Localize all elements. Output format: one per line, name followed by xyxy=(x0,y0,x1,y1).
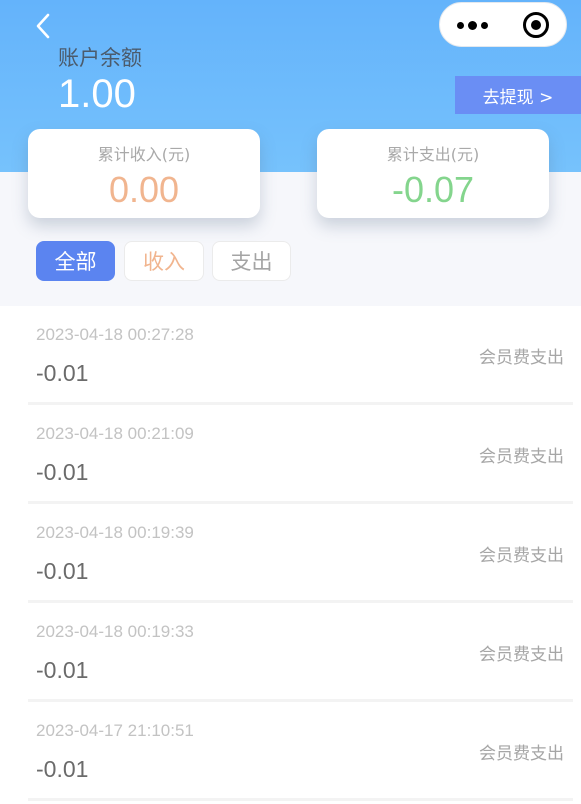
balance-label: 账户余额 xyxy=(58,46,142,70)
transaction-list: 2023-04-18 00:27:28 -0.01 会员费支出 2023-04-… xyxy=(0,306,581,801)
balance-value: 1.00 xyxy=(58,72,136,116)
list-item[interactable]: 2023-04-18 00:21:09 -0.01 会员费支出 xyxy=(28,405,573,504)
chevron-left-icon xyxy=(36,13,50,39)
record-amount: -0.01 xyxy=(36,756,89,782)
back-button[interactable] xyxy=(28,10,58,42)
income-total-label: 累计收入(元) xyxy=(97,145,191,164)
income-total-value: 0.00 xyxy=(108,169,180,210)
miniprogram-capsule xyxy=(439,2,567,47)
income-summary-card: 累计收入(元) 0.00 xyxy=(28,129,260,218)
record-amount: -0.01 xyxy=(36,360,89,386)
record-description: 会员费支出 xyxy=(479,348,564,368)
list-item[interactable]: 2023-04-18 00:27:28 -0.01 会员费支出 xyxy=(28,306,573,405)
expense-total-label: 累计支出(元) xyxy=(386,145,480,164)
record-description: 会员费支出 xyxy=(479,645,564,665)
record-amount: -0.01 xyxy=(36,459,89,485)
list-item[interactable]: 2023-04-17 21:10:51 -0.01 会员费支出 xyxy=(28,702,573,801)
more-dots-icon[interactable] xyxy=(454,15,490,35)
record-time: 2023-04-18 00:19:39 xyxy=(36,523,194,542)
tab-expense[interactable]: 支出 xyxy=(212,241,291,281)
record-description: 会员费支出 xyxy=(479,744,564,764)
record-description: 会员费支出 xyxy=(479,546,564,566)
expense-summary-card: 累计支出(元) -0.07 xyxy=(317,129,549,218)
target-circle-icon[interactable] xyxy=(523,12,549,38)
record-amount: -0.01 xyxy=(36,657,89,683)
list-item[interactable]: 2023-04-18 00:19:39 -0.01 会员费支出 xyxy=(28,504,573,603)
record-description: 会员费支出 xyxy=(479,447,564,467)
record-amount: -0.01 xyxy=(36,558,89,584)
tab-income[interactable]: 收入 xyxy=(124,241,204,281)
record-time: 2023-04-18 00:27:28 xyxy=(36,325,194,344)
withdraw-button[interactable]: 去提现 > xyxy=(455,76,581,114)
record-time: 2023-04-18 00:21:09 xyxy=(36,424,194,443)
record-time: 2023-04-17 21:10:51 xyxy=(36,721,194,740)
list-item[interactable]: 2023-04-18 00:19:33 -0.01 会员费支出 xyxy=(28,603,573,702)
tab-all[interactable]: 全部 xyxy=(36,241,115,281)
record-time: 2023-04-18 00:19:33 xyxy=(36,622,194,641)
expense-total-value: -0.07 xyxy=(391,169,475,210)
